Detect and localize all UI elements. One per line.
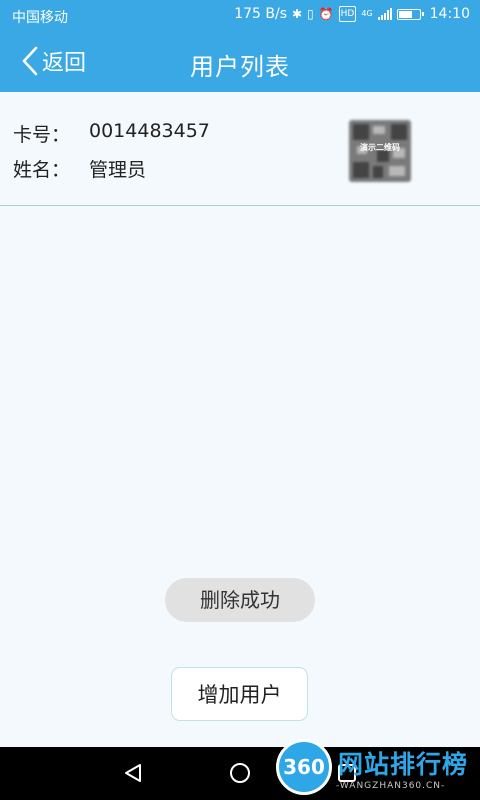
watermark-site-name: 网站排行榜 [338, 750, 469, 779]
signal-icon [377, 8, 392, 20]
app-header: 返回 用户列表 [0, 32, 480, 92]
status-bar: 中国移动 175 B/s ✱ ▯ ⏰ HD 4G 14:10 [0, 0, 480, 32]
watermark-360-badge: 360 [276, 739, 332, 795]
watermark-logo: 360 网站排行榜 -WANGZHAN360.CN- [270, 737, 480, 800]
page-title: 用户列表 [190, 53, 290, 81]
bluetooth-icon: ✱ [292, 7, 303, 21]
clock: 14:10 [429, 6, 470, 22]
vibrate-icon: ▯ [307, 7, 314, 21]
hd-icon: HD [338, 6, 357, 22]
triangle-back-icon[interactable] [122, 762, 144, 784]
status-icons: 175 B/s ✱ ▯ ⏰ HD 4G 14:10 [234, 6, 470, 22]
card-value: 0014483457 [89, 120, 210, 142]
alarm-icon: ⏰ [318, 7, 334, 21]
name-field: 姓名： 管理员 [13, 155, 146, 182]
add-user-button[interactable]: 增加用户 [171, 667, 308, 721]
circle-home-icon[interactable] [229, 762, 251, 784]
card-number-field: 卡号： 0014483457 [13, 120, 210, 147]
battery-icon [396, 8, 424, 20]
list-item[interactable]: 卡号： 0014483457 姓名： 管理员 演示二维码 [0, 92, 480, 206]
carrier-name: 中国移动 [12, 10, 68, 26]
name-label: 姓名： [13, 159, 71, 181]
name-value: 管理员 [89, 159, 147, 181]
toast-message: 删除成功 [165, 578, 315, 622]
qr-caption: 演示二维码 [360, 143, 400, 152]
watermark-site-url: -WANGZHAN360.CN- [336, 781, 446, 791]
card-label: 卡号： [13, 124, 71, 146]
network-type-icon: 4G [361, 9, 373, 18]
network-speed: 175 B/s [234, 6, 288, 22]
